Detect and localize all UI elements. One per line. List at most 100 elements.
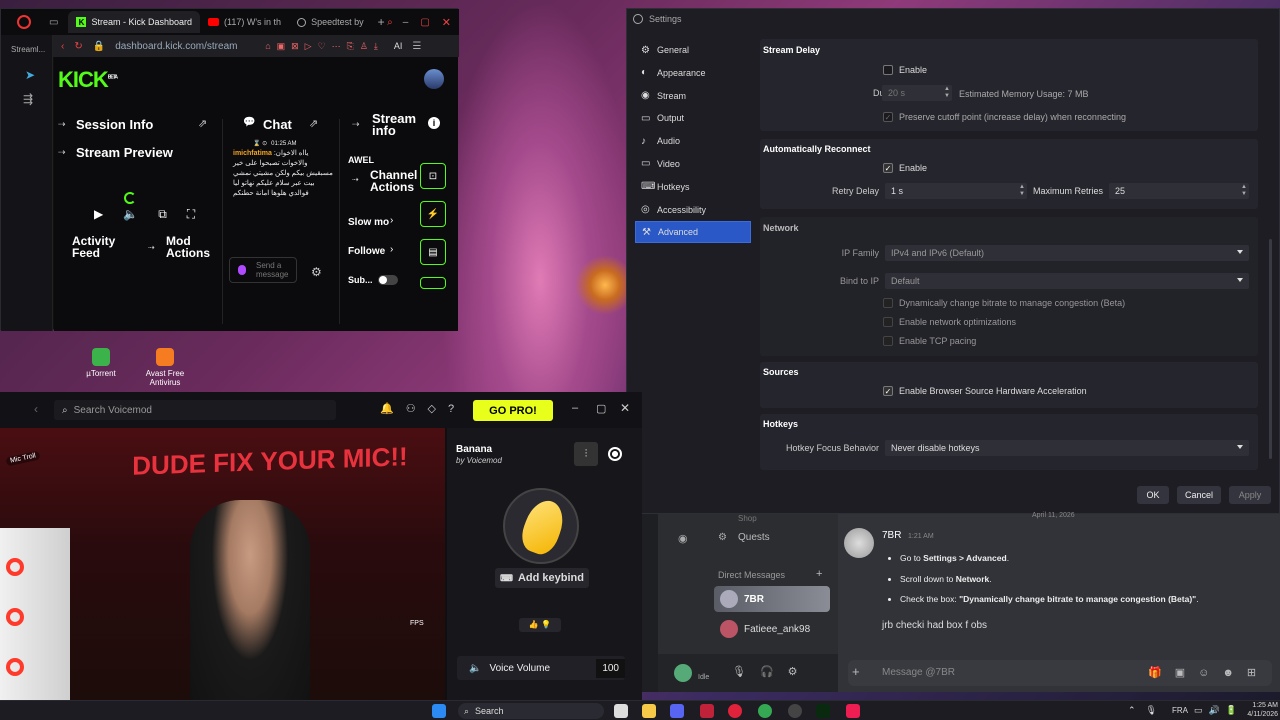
sub-toggle-switch[interactable] (378, 275, 398, 285)
avatar[interactable] (844, 528, 874, 558)
desktop-icon-utorrent[interactable]: µTorrent (66, 348, 136, 378)
scrollbar[interactable] (1269, 239, 1272, 459)
bind-ip-select[interactable]: Default (885, 273, 1249, 289)
ok-button[interactable]: OK (1137, 486, 1169, 504)
drag-handle-icon[interactable]: ⇢ (352, 175, 359, 184)
retry-delay-field[interactable]: 1 s ▲ ▼ (885, 183, 1027, 199)
close-button[interactable]: ✕ (620, 401, 630, 415)
network-optimizations-checkbox[interactable]: Enable network optimizations (883, 317, 1016, 327)
side-action-button[interactable]: ⊡ (420, 163, 446, 189)
telegram-icon[interactable]: ➤ (1, 54, 52, 82)
back-icon[interactable]: ‹ (61, 41, 64, 52)
tab-kick-dashboard[interactable]: K Stream - Kick Dashboard (68, 11, 200, 33)
opera-logo-icon[interactable] (17, 15, 31, 29)
task-view-icon[interactable] (614, 704, 628, 718)
input-tool-icons[interactable]: 🎁▣☺☻⊞ (1148, 666, 1269, 679)
dm-item-7br[interactable]: 7BR (714, 586, 830, 612)
info-icon[interactable]: i (428, 117, 440, 129)
language-indicator[interactable]: FRA (1172, 706, 1188, 715)
nav-item-stream[interactable]: ◉ Stream (635, 85, 751, 107)
tab-youtube[interactable]: (117) W's in th (200, 11, 289, 33)
shop-link[interactable]: Shop (738, 514, 757, 523)
quests-link[interactable]: Quests (738, 532, 770, 543)
nav-item-video[interactable]: ▭ Video (635, 153, 751, 175)
search-input[interactable]: ⌕ Search Voicemod (54, 400, 336, 420)
ai-button[interactable]: AI (394, 41, 403, 51)
cancel-button[interactable]: Cancel (1177, 486, 1221, 504)
drag-handle-icon[interactable]: ⇢ (58, 147, 66, 158)
tab-menu-icon[interactable]: ▭ (49, 17, 58, 28)
desktop-icon-avast[interactable]: Avast Free Antivirus (130, 348, 200, 387)
nav-item-accessibility[interactable]: ◎ Accessibility (635, 199, 751, 221)
file-explorer-icon[interactable] (642, 704, 656, 718)
opera-app-icon[interactable] (728, 704, 742, 718)
minimize-button[interactable]: – (572, 402, 578, 414)
message-author[interactable]: 7BR (882, 530, 901, 541)
subscribers-toggle[interactable]: Sub... (348, 275, 373, 285)
nav-item-general[interactable]: ⚙ General (635, 39, 751, 61)
max-retries-field[interactable]: 25 ▲ ▼ (1109, 183, 1249, 199)
url-field[interactable]: dashboard.kick.com/stream (115, 41, 255, 52)
auto-reconnect-enable[interactable]: ✓ Enable (883, 163, 927, 173)
fullscreen-icon[interactable]: ⛶ (187, 207, 195, 222)
windows-start-icon[interactable] (432, 704, 446, 718)
system-status-icons[interactable]: ▭🔊🔋 (1194, 705, 1243, 716)
new-dm-button[interactable]: + (816, 568, 822, 580)
checkbox[interactable]: ✓ (883, 163, 893, 173)
browser-hw-accel-checkbox[interactable]: ✓ Enable Browser Source Hardware Accelera… (883, 386, 1087, 396)
volume-icon[interactable]: 🔈 (123, 207, 138, 222)
mic-icon[interactable] (238, 265, 246, 275)
clock[interactable]: 1:25 AM 4/11/2026 (1238, 701, 1278, 719)
dynamic-bitrate-checkbox[interactable]: Dynamically change bitrate to manage con… (883, 298, 1125, 308)
hotkey-focus-select[interactable]: Never disable hotkeys (885, 440, 1249, 456)
close-button[interactable]: ✕ (442, 16, 451, 29)
mod-actions-title[interactable]: Mod Actions (166, 235, 216, 259)
voice-settings-icon[interactable]: ⫶ (574, 442, 598, 466)
apply-button[interactable]: Apply (1229, 486, 1271, 504)
add-keybind-button[interactable]: ⌨ Add keybind (495, 568, 589, 588)
nav-item-hotkeys[interactable]: ⌨ Hotkeys (635, 176, 751, 198)
avatar[interactable] (674, 664, 692, 682)
maximize-button[interactable]: ▢ (420, 17, 429, 28)
side-action-button[interactable]: ⚡ (420, 201, 446, 227)
duration-field[interactable]: 20 s ▲ ▼ (882, 85, 952, 101)
nav-item-audio[interactable]: ♪ Audio (635, 130, 751, 152)
reaction-buttons[interactable]: 👍 💡 (519, 618, 561, 632)
go-pro-button[interactable]: GO PRO! (473, 400, 553, 421)
tiktok-app-icon[interactable] (846, 704, 860, 718)
pip-icon[interactable]: ⧉ (158, 207, 167, 222)
followers-toggle[interactable]: Followe (348, 246, 385, 257)
avatar[interactable] (424, 69, 444, 89)
dm-item-fatieee[interactable]: Fatieee_ank98 (714, 618, 830, 640)
taskbar-search[interactable]: ⌕ Search (458, 703, 604, 719)
voice-toggle-icon[interactable] (608, 447, 622, 461)
side-action-button[interactable]: ▤ (420, 239, 446, 265)
chrome-app-icon[interactable] (758, 704, 772, 718)
sidebar-tool-icon[interactable]: ⇶ (1, 82, 52, 106)
nav-item-appearance[interactable]: ◐ Appearance (635, 62, 751, 84)
message-input[interactable]: + Message @7BR 🎁▣☺☻⊞ (848, 660, 1272, 686)
toolbar-icons[interactable]: ⌂▣⊠▷♡⋯⎘♙⤓ (265, 41, 384, 52)
chat-settings-icon[interactable]: ⚙ (311, 265, 322, 279)
chat-username[interactable]: imichfatima (233, 150, 272, 157)
obs-app-icon[interactable] (788, 704, 802, 718)
drag-handle-icon[interactable]: ⇢ (148, 243, 155, 252)
menu-icon[interactable]: ☰ (412, 41, 421, 52)
nav-item-output[interactable]: ▭ Output (635, 107, 751, 129)
new-tab-button[interactable]: + (378, 15, 385, 29)
voicemod-toolbar-icons[interactable]: 🔔⚇◇? (380, 402, 466, 415)
popout-icon[interactable]: ⇗ (198, 117, 207, 130)
slow-mode-toggle[interactable]: Slow mo (348, 217, 389, 228)
stream-delay-enable[interactable]: Enable (883, 65, 927, 75)
side-action-button[interactable] (420, 277, 446, 289)
drag-handle-icon[interactable]: ⇢ (58, 119, 66, 130)
play-icon[interactable]: ▶ (94, 207, 103, 222)
user-controls[interactable]: 🎙🎧⚙ (732, 665, 812, 678)
back-icon[interactable]: ‹ (34, 402, 38, 416)
ip-family-select[interactable]: IPv4 and IPv6 (Default) (885, 245, 1249, 261)
discord-icon[interactable]: ◉ (678, 532, 688, 545)
reload-icon[interactable]: ↻ (74, 41, 82, 52)
chat-input[interactable]: Send a message (229, 257, 297, 283)
app-icon[interactable] (700, 704, 714, 718)
popout-icon[interactable]: ⇗ (309, 117, 318, 130)
